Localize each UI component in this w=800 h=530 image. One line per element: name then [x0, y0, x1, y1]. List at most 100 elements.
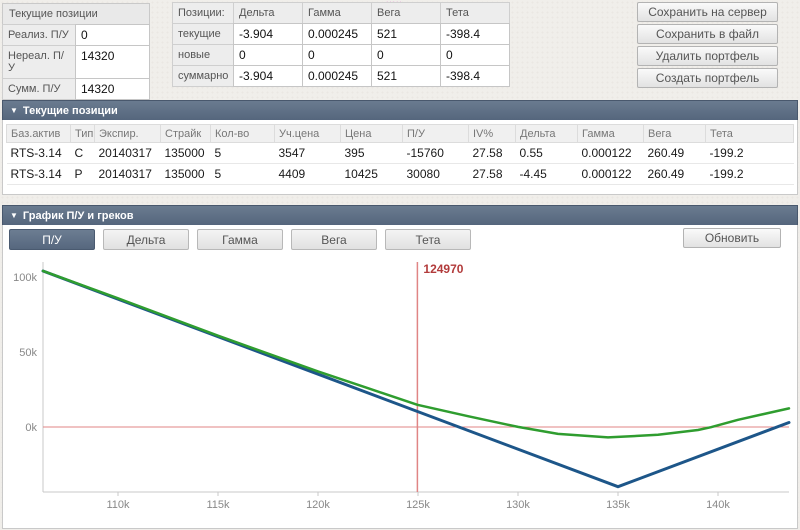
- greeks-value-field[interactable]: 0: [371, 44, 441, 66]
- collapse-icon: ▼: [10, 211, 18, 220]
- greeks-row: новые 0 0 0 0: [172, 44, 510, 66]
- greeks-value-field[interactable]: -398.4: [440, 65, 510, 87]
- chart-panel: ▼ График П/У и греков П/У Дельта Гамма Вега Т…: [2, 205, 798, 529]
- greeks-corner-label: Позиции:: [172, 2, 234, 24]
- positions-column-header: Страйк: [160, 124, 211, 143]
- chart-panel-title: График П/У и греков: [22, 210, 134, 222]
- positions-cell: 135000: [160, 163, 211, 185]
- positions-column-header: Цена: [340, 124, 403, 143]
- greeks-value-field[interactable]: -398.4: [440, 23, 510, 45]
- chart-panel-body: П/У Дельта Гамма Вега Тета Обновить 0k 50k 100…: [2, 225, 798, 529]
- greeks-column-header: Дельта: [233, 2, 303, 24]
- positions-cell: 260.49: [643, 163, 706, 185]
- positions-column-header: Вега: [643, 124, 706, 143]
- greeks-value-field[interactable]: -3.904: [233, 65, 303, 87]
- price-marker-label: 124970: [423, 262, 463, 276]
- summary-row-label: Нереал. П/У: [2, 45, 76, 79]
- greeks-column-header: Гамма: [302, 2, 372, 24]
- positions-column-header: Баз.актив: [6, 124, 71, 143]
- positions-cell: P: [70, 163, 95, 185]
- positions-table-header: Баз.актив Тип Экспир. Страйк Кол-во Уч.цена Це…: [6, 124, 794, 143]
- positions-cell: 0.55: [515, 142, 578, 164]
- greeks-value-field[interactable]: 0: [302, 44, 372, 66]
- chart-tabs: П/У Дельта Гамма Вега Тета: [9, 229, 471, 250]
- greeks-rows: текущие -3.904 0.000245 521 -398.4 новые 0 0 0 0 с…: [172, 23, 510, 87]
- positions-column-header: IV%: [468, 124, 516, 143]
- positions-panel-header[interactable]: ▼ Текущие позиции: [2, 100, 798, 120]
- summary-table: Текущие позиции Реализ. П/У 0 Нереал. П/У 1…: [2, 3, 150, 100]
- x-tick-label: 115k: [206, 499, 230, 511]
- y-tick-label: 100k: [13, 272, 37, 284]
- positions-cell: 0.000122: [577, 163, 644, 185]
- x-tick-label: 135k: [606, 499, 630, 511]
- positions-cell: 5: [210, 163, 275, 185]
- create-portfolio-button[interactable]: Создать портфель: [637, 68, 778, 88]
- refresh-button[interactable]: Обновить: [683, 228, 781, 248]
- greeks-table: Позиции: Дельта Гамма Вега Тета текущие -3.90…: [172, 2, 510, 87]
- greeks-header-row: Позиции: Дельта Гамма Вега Тета: [172, 2, 510, 24]
- save-file-button[interactable]: Сохранить в файл: [637, 24, 778, 44]
- positions-cell: -199.2: [705, 142, 794, 164]
- y-tick-label: 0k: [25, 422, 37, 434]
- save-server-button[interactable]: Сохранить на сервер: [637, 2, 778, 22]
- delta-tab[interactable]: Дельта: [103, 229, 189, 250]
- positions-table-row[interactable]: RTS-3.14 C 20140317 135000 5 3547 395 -15760 27.…: [6, 142, 794, 164]
- greeks-value-field[interactable]: 0.000245: [302, 65, 372, 87]
- greeks-value-field[interactable]: 521: [371, 23, 441, 45]
- gamma-tab[interactable]: Гамма: [197, 229, 283, 250]
- positions-cell: 395: [340, 142, 403, 164]
- positions-column-header: Экспир.: [94, 124, 161, 143]
- positions-panel-title: Текущие позиции: [22, 105, 118, 117]
- greeks-value-field[interactable]: 0.000245: [302, 23, 372, 45]
- x-tick-label: 110k: [106, 499, 130, 511]
- greeks-column-header: Тета: [440, 2, 510, 24]
- greeks-value-field[interactable]: -3.904: [233, 23, 303, 45]
- positions-cell: C: [70, 142, 95, 164]
- greeks-row-label: суммарно: [172, 65, 234, 87]
- positions-cell: 3547: [274, 142, 341, 164]
- greeks-value-field[interactable]: 521: [371, 65, 441, 87]
- summary-row-value[interactable]: 14320: [75, 45, 150, 79]
- x-tick-label: 130k: [506, 499, 530, 511]
- positions-cell: 30080: [402, 163, 469, 185]
- chart-panel-header[interactable]: ▼ График П/У и греков: [2, 205, 798, 225]
- summary-row-label: Реализ. П/У: [2, 24, 76, 46]
- positions-column-header: Тип: [70, 124, 95, 143]
- delete-portfolio-button[interactable]: Удалить портфель: [637, 46, 778, 66]
- positions-cell: 20140317: [94, 142, 161, 164]
- payoff-at-expiry-series: [41, 269, 791, 489]
- collapse-icon: ▼: [10, 106, 18, 115]
- positions-cell: RTS-3.14: [6, 163, 71, 185]
- positions-table-row[interactable]: RTS-3.14 P 20140317 135000 5 4409 10425 30080 27…: [6, 163, 794, 185]
- greeks-row-label: текущие: [172, 23, 234, 45]
- x-tick-label: 120k: [306, 499, 330, 511]
- summary-row-label: Сумм. П/У: [2, 78, 76, 100]
- x-tick-label: 125k: [406, 499, 430, 511]
- positions-column-header: Дельта: [515, 124, 578, 143]
- positions-cell: 27.58: [468, 163, 516, 185]
- positions-panel-body: Баз.актив Тип Экспир. Страйк Кол-во Уч.цена Це…: [2, 120, 798, 195]
- positions-column-header: Кол-во: [210, 124, 275, 143]
- vega-tab[interactable]: Вега: [291, 229, 377, 250]
- positions-cell: 135000: [160, 142, 211, 164]
- summary-table-title: Текущие позиции: [2, 3, 150, 25]
- positions-column-header: Уч.цена: [274, 124, 341, 143]
- positions-column-header: П/У: [402, 124, 469, 143]
- positions-cell: 27.58: [468, 142, 516, 164]
- summary-row: Нереал. П/У 14320: [2, 45, 150, 79]
- summary-row-value[interactable]: 14320: [75, 78, 150, 100]
- theta-tab[interactable]: Тета: [385, 229, 471, 250]
- positions-table: Баз.актив Тип Экспир. Страйк Кол-во Уч.цена Це…: [6, 124, 794, 185]
- x-tick-label: 140k: [706, 499, 730, 511]
- greeks-row: текущие -3.904 0.000245 521 -398.4: [172, 23, 510, 45]
- greeks-value-field[interactable]: 0: [440, 44, 510, 66]
- greeks-column-header: Вега: [371, 2, 441, 24]
- summary-row: Реализ. П/У 0: [2, 24, 150, 46]
- positions-cell: 0.000122: [577, 142, 644, 164]
- greeks-value-field[interactable]: 0: [233, 44, 303, 66]
- y-tick-label: 50k: [19, 347, 37, 359]
- summary-row-value[interactable]: 0: [75, 24, 150, 46]
- portfolio-actions: Сохранить на сервер Сохранить в файл Удали…: [637, 2, 778, 88]
- positions-cell: -15760: [402, 142, 469, 164]
- pl-tab[interactable]: П/У: [9, 229, 95, 250]
